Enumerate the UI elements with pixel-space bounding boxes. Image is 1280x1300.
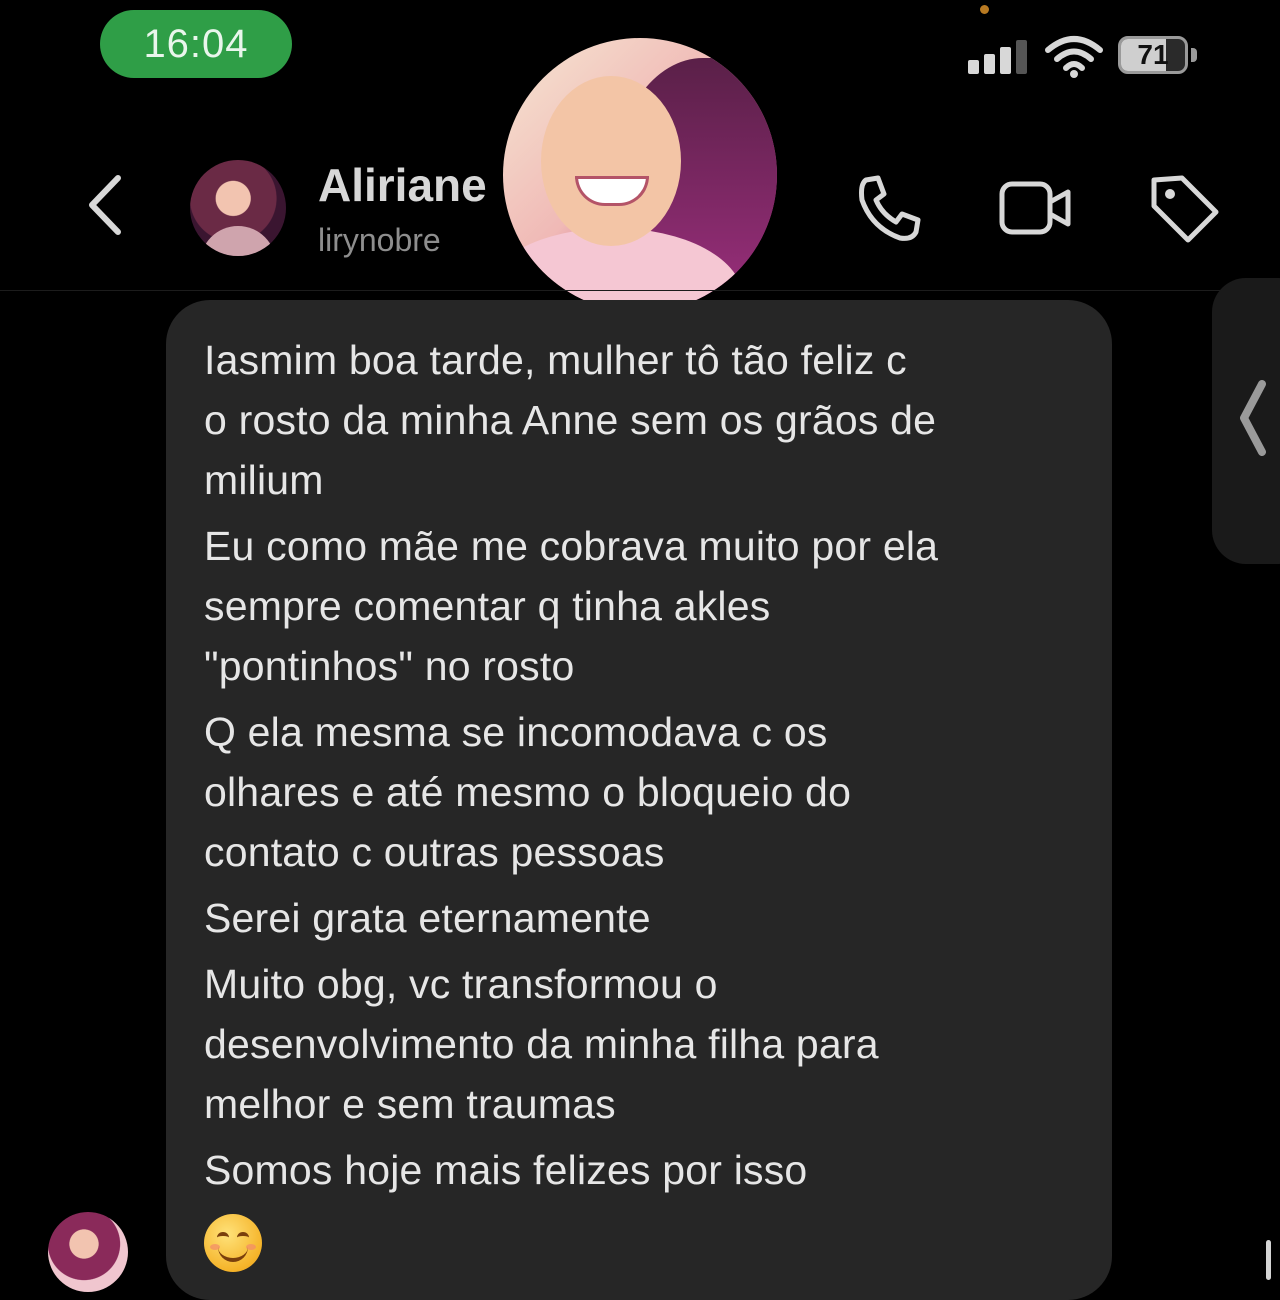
message-line: "pontinhos" no rosto: [204, 643, 575, 689]
phone-icon[interactable]: [852, 170, 928, 246]
message-line: Eu como mãe me cobrava muito por ela: [204, 523, 939, 569]
message-line: desenvolvimento da minha filha para: [204, 1021, 879, 1067]
message-line: Serei grata eternamente: [204, 895, 651, 941]
emoji-eye: [217, 1232, 229, 1243]
smiling-face-icon: [204, 1214, 262, 1272]
battery-percent: 71: [1137, 39, 1169, 70]
battery-icon: 71: [1118, 36, 1188, 74]
message-line: o rosto da minha Anne sem os grãos de: [204, 397, 937, 443]
message-line: sempre comentar q tinha akles: [204, 583, 771, 629]
sender-avatar[interactable]: [48, 1212, 128, 1292]
contact-avatar[interactable]: [190, 160, 286, 256]
chevron-left-icon: [1240, 380, 1266, 456]
message-paragraph: Iasmim boa tarde, mulher tô tão feliz c …: [204, 330, 1072, 510]
contact-username[interactable]: lirynobre: [318, 222, 441, 259]
header-divider: [0, 290, 1280, 291]
scrollbar[interactable]: [1266, 1240, 1271, 1280]
profile-photo-overlay: [503, 38, 777, 312]
video-camera-icon[interactable]: [998, 170, 1074, 246]
profile-photo-face: [541, 76, 681, 246]
message-line: Iasmim boa tarde, mulher tô tão feliz c: [204, 337, 907, 383]
message-line: melhor e sem traumas: [204, 1081, 616, 1127]
message-line: Q ela mesma se incomodava c os: [204, 709, 828, 755]
message-paragraph: Serei grata eternamente: [204, 888, 1072, 948]
battery-cap: [1191, 48, 1197, 62]
message-paragraph: Q ela mesma se incomodava c os olhares e…: [204, 702, 1072, 882]
status-time: 16:04: [100, 10, 292, 78]
signal-icon: [968, 38, 1030, 74]
tag-icon[interactable]: [1146, 170, 1222, 246]
message-bubble[interactable]: Iasmim boa tarde, mulher tô tão feliz c …: [166, 300, 1112, 1300]
wifi-icon: [1045, 36, 1103, 78]
back-chevron-icon[interactable]: [80, 170, 130, 240]
camera-indicator-icon: [980, 5, 989, 14]
message-line: Muito obg, vc transformou o: [204, 961, 718, 1007]
message-paragraph: Somos hoje mais felizes por isso: [204, 1140, 1072, 1200]
message-line: contato c outras pessoas: [204, 829, 665, 875]
side-panel-tab[interactable]: [1212, 278, 1280, 564]
emoji-eye: [237, 1232, 249, 1243]
message-paragraph: Muito obg, vc transformou o desenvolvime…: [204, 954, 1072, 1134]
emoji-mouth: [218, 1244, 248, 1262]
contact-name[interactable]: Aliriane: [318, 158, 487, 212]
message-line: milium: [204, 457, 324, 503]
message-paragraph: Eu como mãe me cobrava muito por ela sem…: [204, 516, 1072, 696]
message-line: olhares e até mesmo o bloqueio do: [204, 769, 852, 815]
message-line: Somos hoje mais felizes por isso: [204, 1147, 808, 1193]
